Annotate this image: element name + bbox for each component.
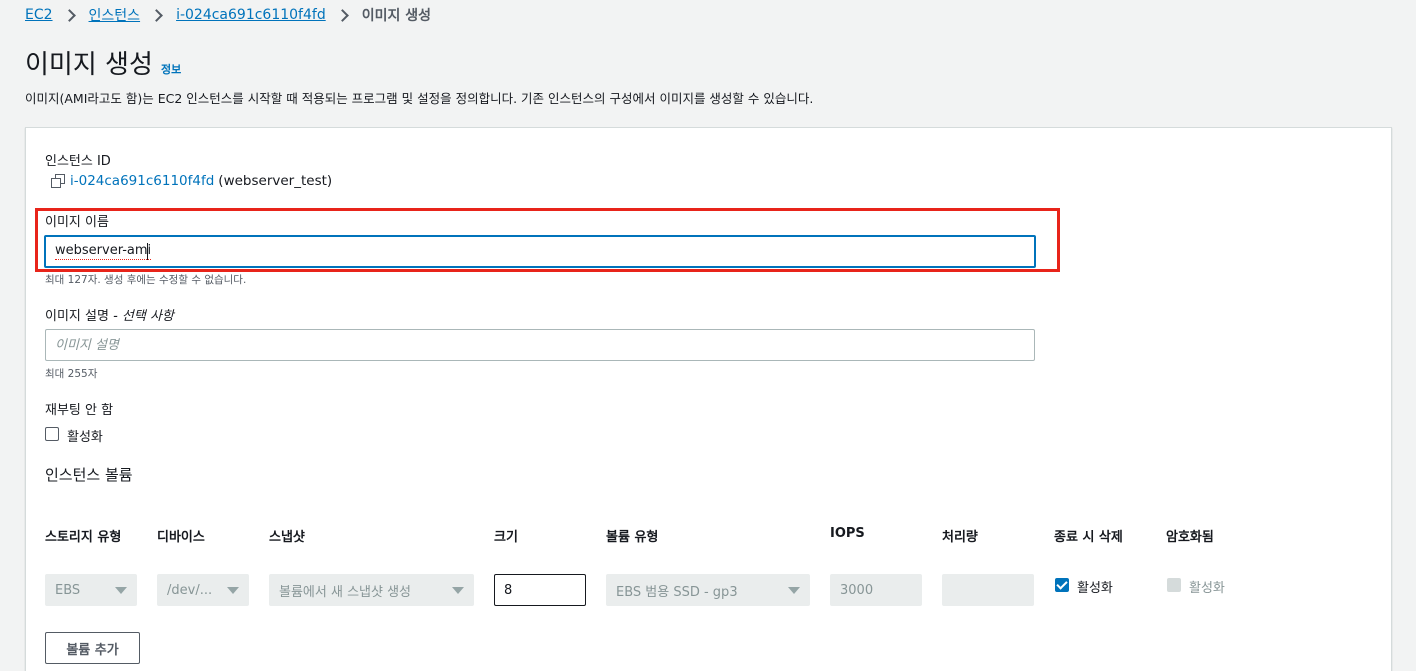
encrypted-label: 활성화: [1189, 581, 1225, 596]
delete-on-termination-checkbox[interactable]: [1055, 578, 1069, 592]
chevron-right-icon: [335, 8, 349, 22]
text-caret: [147, 243, 148, 260]
caret-down-icon: [788, 587, 800, 594]
image-name-input[interactable]: [44, 235, 1036, 268]
chevron-right-icon: [62, 8, 76, 22]
column-header-snapshot: 스냅샷: [269, 530, 305, 545]
page-title: 이미지 생성: [25, 50, 153, 80]
chevron-right-icon: [150, 8, 163, 22]
instance-id-link[interactable]: i-024ca691c6110f4fd: [70, 173, 214, 189]
storage-type-value: EBS: [55, 582, 81, 598]
column-header-delete-on-termination: 종료 시 삭제: [1054, 530, 1123, 545]
breadcrumb-instances-link[interactable]: 인스턴스: [89, 5, 141, 25]
info-link[interactable]: 정보: [161, 61, 181, 77]
volume-type-select[interactable]: EBS 범용 SSD - gp3: [606, 574, 810, 606]
column-header-storage-type: 스토리지 유형: [45, 530, 122, 545]
image-description-input[interactable]: [45, 329, 1035, 361]
iops-input[interactable]: 3000: [830, 574, 922, 606]
image-description-label-text: 이미지 설명: [45, 309, 109, 324]
caret-down-icon: [115, 587, 127, 594]
breadcrumb: EC2 인스턴스 i-024ca691c6110f4fd 이미지 생성: [25, 5, 431, 25]
device-value: /dev/...: [167, 582, 213, 598]
image-name-label: 이미지 이름: [45, 215, 109, 230]
breadcrumb-instance-link[interactable]: i-024ca691c6110f4fd: [176, 7, 326, 23]
caret-down-icon: [227, 587, 239, 594]
column-header-encrypted: 암호화됨: [1166, 530, 1214, 545]
size-value: 8: [504, 582, 513, 598]
iops-value: 3000: [840, 582, 874, 598]
breadcrumb-ec2-link[interactable]: EC2: [25, 7, 53, 23]
no-reboot-checkbox-label[interactable]: 활성화: [67, 426, 103, 445]
column-header-size: 크기: [494, 530, 518, 545]
page-description: 이미지(AMI라고도 함)는 EC2 인스턴스를 시작할 때 적용되는 프로그램…: [25, 91, 814, 106]
no-reboot-label: 재부팅 안 함: [45, 403, 114, 418]
snapshot-select[interactable]: 볼륨에서 새 스냅샷 생성: [269, 574, 474, 606]
column-header-volume-type: 볼륨 유형: [606, 530, 659, 545]
image-description-label: 이미지 설명 - 선택 사항: [45, 305, 174, 324]
column-header-throughput: 처리량: [942, 530, 978, 545]
column-header-iops: IOPS: [830, 526, 865, 541]
copy-icon[interactable]: [51, 174, 65, 188]
column-header-device: 디바이스: [157, 530, 205, 545]
image-name-value: webserver-ami: [55, 243, 152, 260]
no-reboot-checkbox[interactable]: [45, 427, 59, 441]
add-volume-button[interactable]: 볼륨 추가: [45, 632, 140, 664]
caret-down-icon: [452, 587, 464, 594]
delete-on-termination-label[interactable]: 활성화: [1077, 577, 1113, 596]
image-description-hint: 최대 255자: [45, 368, 98, 380]
instance-id-row: i-024ca691c6110f4fd (webserver_test): [51, 173, 332, 189]
instance-name: (webserver_test): [218, 173, 333, 189]
size-input[interactable]: 8: [494, 574, 586, 606]
storage-type-select[interactable]: EBS: [45, 574, 137, 606]
volume-type-value: EBS 범용 SSD - gp3: [616, 584, 738, 600]
optional-label: - 선택 사항: [108, 309, 174, 324]
image-name-hint: 최대 127자. 생성 후에는 수정할 수 없습니다.: [45, 274, 247, 286]
encrypted-checkbox[interactable]: [1167, 578, 1181, 592]
device-select[interactable]: /dev/...: [157, 574, 249, 606]
instance-volumes-title: 인스턴스 볼륨: [45, 466, 133, 484]
throughput-input[interactable]: [942, 574, 1034, 606]
breadcrumb-current: 이미지 생성: [361, 8, 431, 24]
instance-id-label: 인스턴스 ID: [45, 154, 111, 169]
snapshot-value: 볼륨에서 새 스냅샷 생성: [279, 584, 411, 600]
